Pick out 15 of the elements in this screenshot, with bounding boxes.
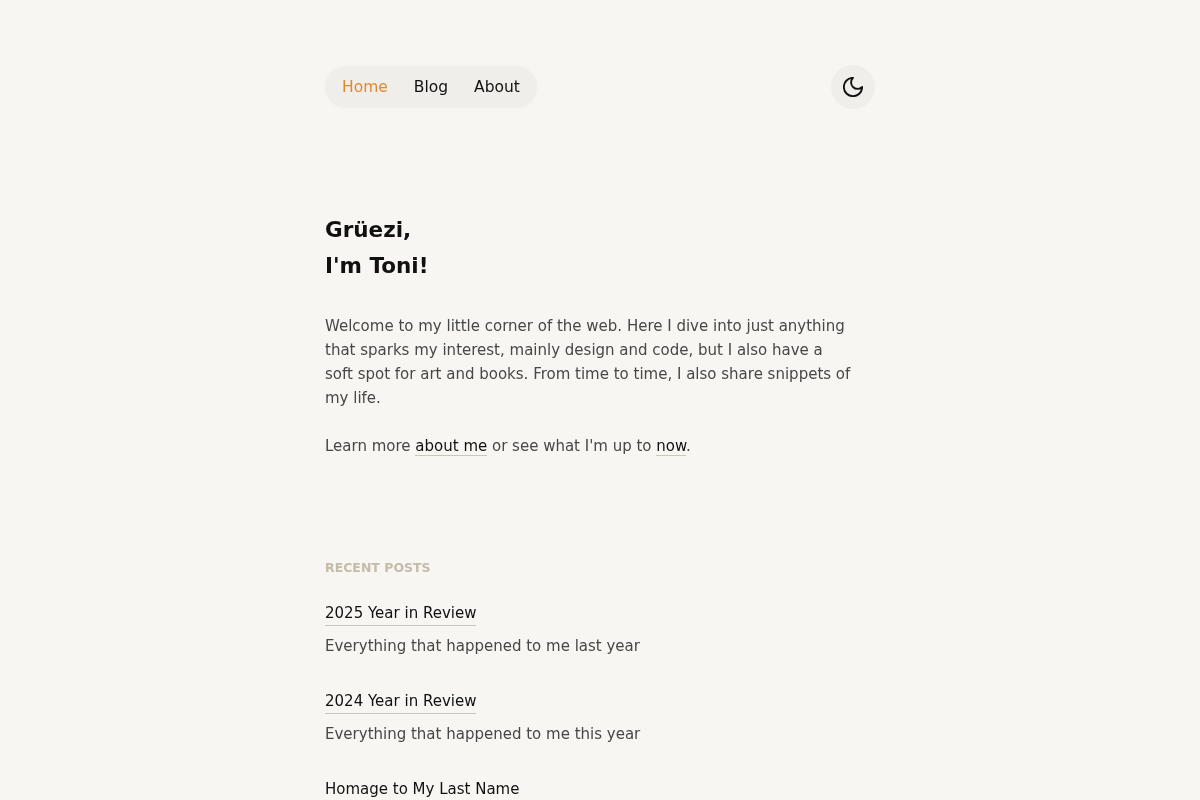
- nav-link[interactable]: About: [462, 66, 532, 108]
- greeting-heading: Grüezi, I'm Toni!: [325, 216, 430, 280]
- post-title-link[interactable]: 2024 Year in Review: [325, 690, 477, 714]
- intro-paragraph: Welcome to my little corner of the web. Here I dive into just anything that sparks my interest, mainly design and code, but I also have a soft spot for art and books. From time to time, I also share snippets of my life.: [325, 316, 852, 409]
- learn-more-sentence: Learn more about me or see what I'm up to now.: [325, 436, 692, 458]
- text-link[interactable]: now: [656, 437, 686, 456]
- nav-link[interactable]: Blog: [401, 66, 461, 108]
- post-description: Everything that happened to me last year: [325, 636, 640, 657]
- text-link[interactable]: about me: [415, 437, 488, 456]
- section-heading: RECENT POSTS: [325, 559, 432, 577]
- theme-toggle-button[interactable]: [831, 65, 875, 109]
- post-description: Everything that happened to me this year: [325, 724, 641, 745]
- post-title-link[interactable]: 2025 Year in Review: [325, 602, 477, 626]
- post-title-link[interactable]: Homage to My Last Name: [325, 778, 520, 800]
- moon-icon: [843, 77, 863, 97]
